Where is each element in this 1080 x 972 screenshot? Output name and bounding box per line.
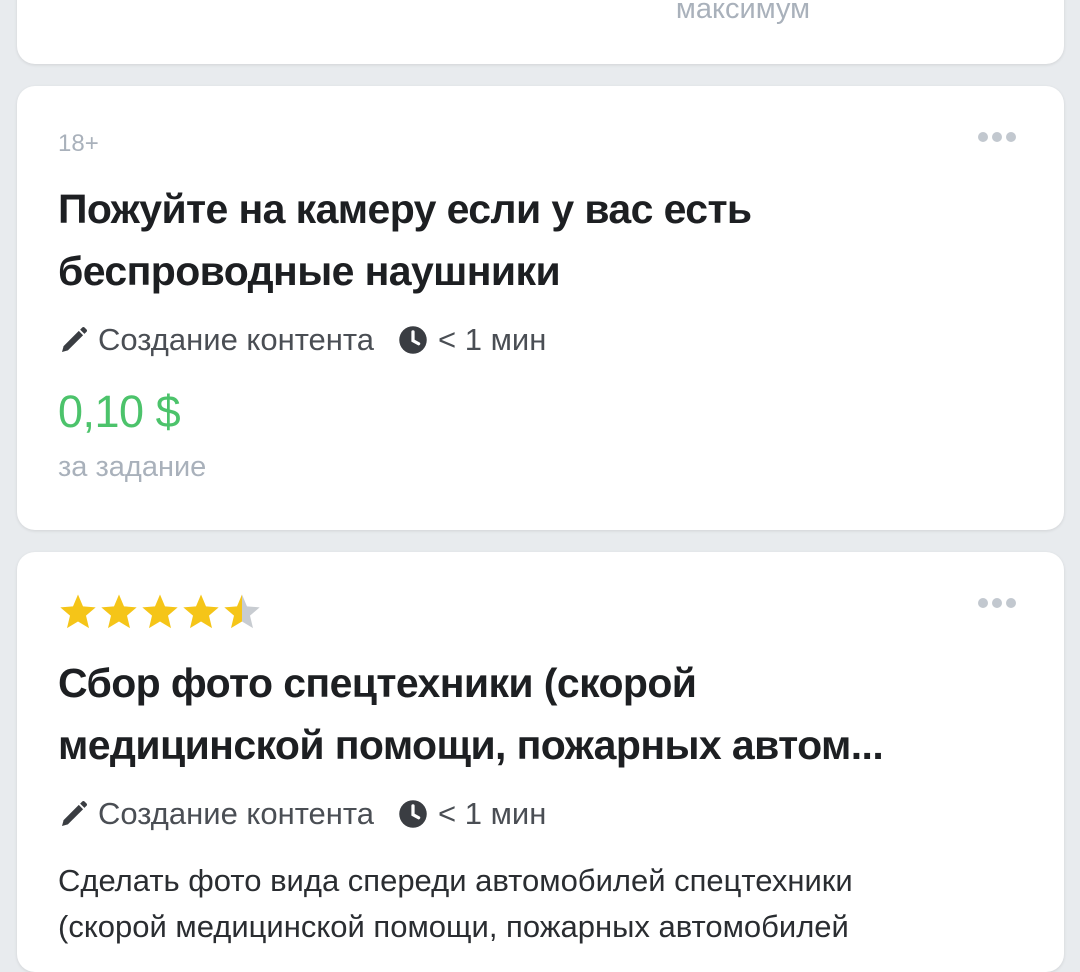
task-title[interactable]: Пожуйте на камеру если у вас есть беспро… xyxy=(58,178,998,302)
price-note: за задание xyxy=(58,451,207,483)
task-card[interactable]: Сбор фото спецтехники (скорой медицинско… xyxy=(17,552,1064,972)
star-half-icon xyxy=(224,594,260,629)
task-description-line: Сделать фото вида спереди автомобилей сп… xyxy=(58,863,853,898)
max-label: максимум xyxy=(675,0,811,25)
task-title-line: медицинской помощи, пожарных автом... xyxy=(58,722,884,768)
task-card-previous[interactable]: максимум xyxy=(17,0,1064,64)
star-icon xyxy=(142,594,178,629)
task-price: 0,10 $ xyxy=(58,386,181,437)
clock-icon xyxy=(399,326,427,354)
task-duration: < 1 мин xyxy=(438,322,547,357)
clock-icon xyxy=(399,800,427,828)
more-dots-icon[interactable] xyxy=(978,132,1016,142)
star-icon xyxy=(101,594,137,629)
task-category: Создание контента xyxy=(98,322,375,357)
task-title-line: Пожуйте на камеру если у вас есть xyxy=(58,186,752,232)
task-card[interactable]: 18+ Пожуйте на камеру если у вас есть бе… xyxy=(17,86,1064,530)
task-title[interactable]: Сбор фото спецтехники (скорой медицинско… xyxy=(58,652,998,776)
task-meta: Создание контента < 1 мин xyxy=(58,796,546,832)
task-duration: < 1 мин xyxy=(438,796,547,831)
age-badge: 18+ xyxy=(58,130,99,157)
rating-stars xyxy=(58,592,262,632)
task-description: Сделать фото вида спереди автомобилей сп… xyxy=(58,858,1018,950)
star-icon xyxy=(183,594,219,629)
pencil-icon xyxy=(62,326,88,352)
star-icon xyxy=(60,594,96,629)
pencil-icon xyxy=(62,800,88,826)
task-meta: Создание контента < 1 мин xyxy=(58,322,546,358)
task-title-line: беспроводные наушники xyxy=(58,248,561,294)
task-description-line: (скорой медицинской помощи, пожарных авт… xyxy=(58,909,849,944)
task-title-line: Сбор фото спецтехники (скорой xyxy=(58,660,697,706)
task-category: Создание контента xyxy=(98,796,375,831)
more-dots-icon[interactable] xyxy=(978,598,1016,608)
